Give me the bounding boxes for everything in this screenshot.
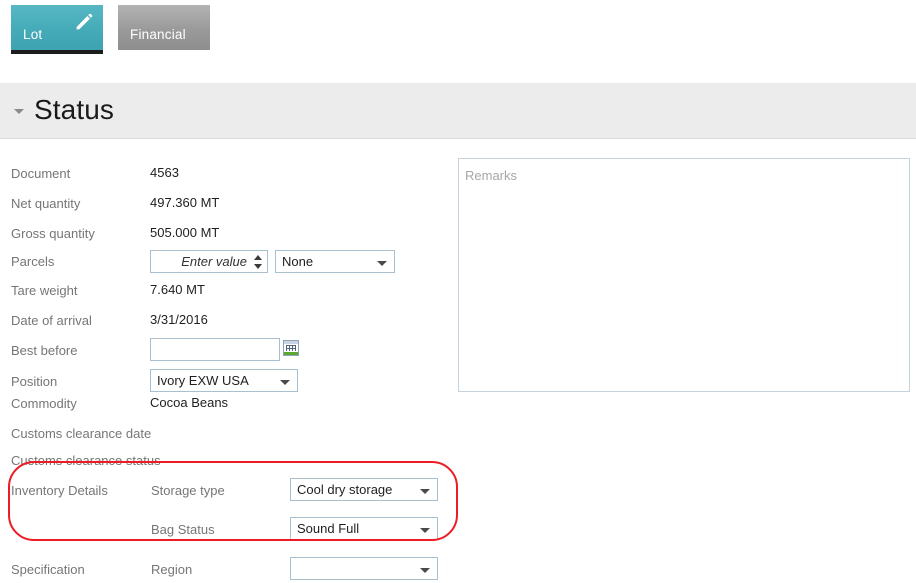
parcels-quantity-placeholder: Enter value [181,254,247,269]
calendar-icon[interactable] [283,340,299,356]
remarks-textarea[interactable]: Remarks [458,158,910,392]
calendar-footer-bar [284,352,298,355]
best-before-date-field[interactable] [150,338,280,361]
label-customs-clearance-status: Customs clearance status [11,453,161,468]
storage-type-dropdown[interactable]: Cool dry storage [290,478,438,501]
tab-lot[interactable]: Lot [11,5,103,54]
calendar-grid [286,345,296,351]
label-date-of-arrival: Date of arrival [11,313,92,328]
value-gross-quantity: 505.000 MT [150,225,220,240]
field-row-net-quantity: Net quantity 497.360 MT [0,190,470,220]
region-dropdown[interactable] [290,557,438,580]
label-position: Position [11,374,58,389]
field-row-bag-status: Bag Status Sound Full [0,509,470,543]
field-row-region: Specification Region [0,549,470,583]
group-label-specification: Specification [11,562,85,577]
label-storage-type: Storage type [151,483,225,498]
label-document: Document [11,166,71,181]
value-date-of-arrival: 3/31/2016 [150,312,208,327]
position-dropdown[interactable]: Ivory EXW USA [150,369,298,392]
remarks-placeholder: Remarks [465,168,518,183]
value-commodity: Cocoa Beans [150,395,229,410]
tab-financial-label: Financial [130,27,186,42]
parcels-unit-dropdown[interactable]: None [275,250,395,273]
stepper-down-icon[interactable] [254,264,262,269]
label-gross-quantity: Gross quantity [11,226,95,241]
label-customs-clearance-date: Customs clearance date [11,426,152,441]
tab-strip: Lot Financial [0,0,916,60]
chevron-down-icon[interactable] [420,568,430,573]
field-row-parcels: Parcels Enter value None [0,240,470,274]
label-bag-status: Bag Status [151,522,215,537]
value-net-quantity: 497.360 MT [150,195,220,210]
stepper-arrows-icon[interactable] [254,254,263,270]
label-best-before: Best before [11,343,78,358]
value-document: 4563 [150,165,179,180]
label-tare-weight: Tare weight [11,283,78,298]
label-parcels: Parcels [11,254,55,269]
value-tare-weight: 7.640 MT [150,282,205,297]
field-row-document: Document 4563 [0,160,470,190]
field-row-commodity: Commodity Cocoa Beans [0,390,470,420]
chevron-down-icon[interactable] [377,261,387,266]
chevron-down-icon[interactable] [280,380,290,385]
tab-lot-label: Lot [23,27,43,42]
field-row-storage-type: Inventory Details Storage type Cool dry … [0,470,470,504]
bag-status-value: Sound Full [297,521,360,536]
lot-details-page: Lot Financial Status Document 4563 Net q… [0,0,916,583]
chevron-down-icon[interactable] [14,109,24,114]
label-net-quantity: Net quantity [11,196,81,211]
chevron-down-icon[interactable] [420,489,430,494]
pencil-icon [76,13,93,30]
calendar-header-bar [284,341,298,344]
section-header-status[interactable]: Status [0,83,916,139]
stepper-up-icon[interactable] [254,255,262,260]
page-title: Status [34,94,114,125]
chevron-down-icon[interactable] [420,528,430,533]
label-region: Region [151,562,193,577]
parcels-quantity-stepper[interactable]: Enter value [150,250,268,273]
parcels-unit-value: None [282,254,314,269]
position-value: Ivory EXW USA [157,373,249,388]
field-row-customs-clearance-date: Customs clearance date [0,420,470,450]
field-row-tare-weight: Tare weight 7.640 MT [0,277,470,307]
field-row-best-before: Best before [0,330,470,364]
tab-financial[interactable]: Financial [118,5,210,50]
storage-type-value: Cool dry storage [297,482,393,497]
label-commodity: Commodity [11,396,77,411]
group-label-inventory-details: Inventory Details [11,483,108,498]
bag-status-dropdown[interactable]: Sound Full [290,517,438,540]
